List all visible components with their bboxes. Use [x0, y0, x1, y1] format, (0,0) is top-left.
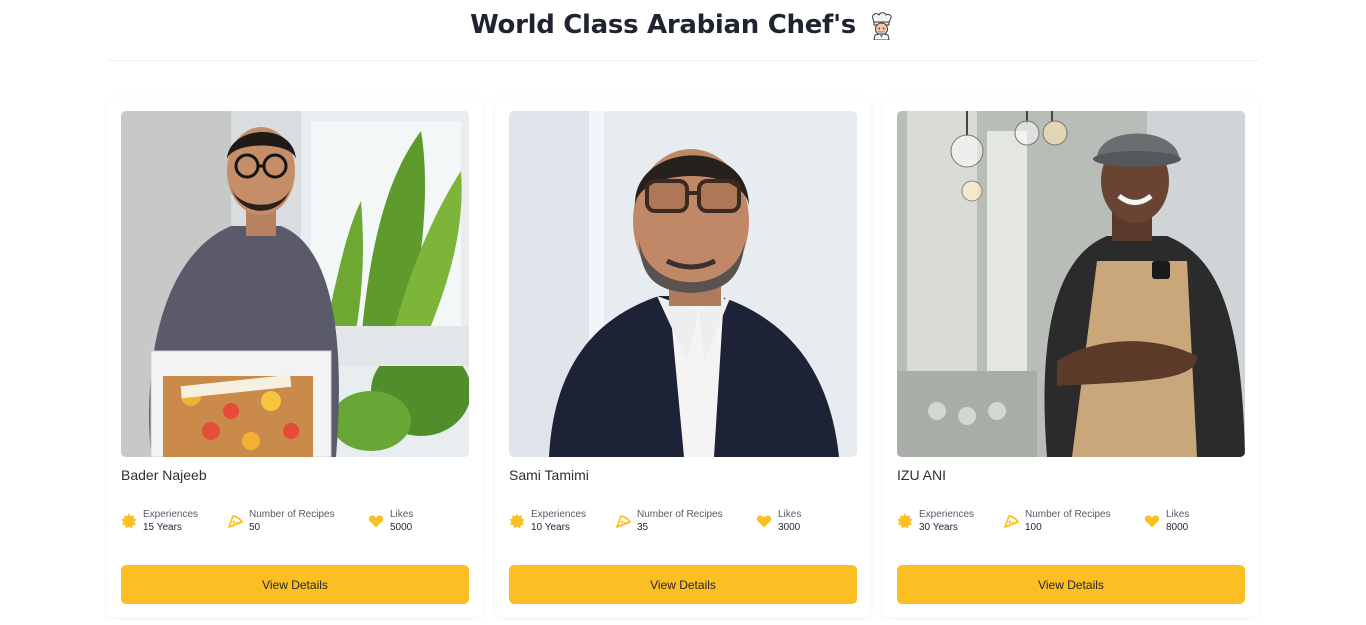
- pizza-slice-icon: [227, 513, 243, 529]
- chef-card-list: Bader Najeeb Experiences 15 Years Number…: [107, 97, 1259, 617]
- chef-name: IZU ANI: [897, 467, 947, 483]
- recipes-value: 100: [1025, 522, 1042, 533]
- chef-card: Bader Najeeb Experiences 15 Years Number…: [107, 97, 483, 617]
- stat-likes: Likes 8000: [1144, 508, 1189, 534]
- likes-value: 3000: [778, 522, 801, 533]
- view-details-button[interactable]: View Details: [897, 565, 1245, 604]
- likes-label: Likes: [390, 509, 414, 520]
- chef-name: Sami Tamimi: [509, 467, 589, 483]
- chef-photo: [897, 111, 1245, 457]
- heart-icon: [756, 513, 772, 529]
- chef-emoji-icon: [866, 10, 896, 41]
- experience-value: 15 Years: [143, 522, 182, 533]
- recipes-label: Number of Recipes: [249, 509, 335, 520]
- pizza-slice-icon: [1003, 513, 1019, 529]
- chef-photo: [509, 111, 857, 457]
- pizza-slice-icon: [615, 513, 631, 529]
- experience-value: 30 Years: [919, 522, 958, 533]
- chef-stats: Experiences 10 Years Number of Recipes 3…: [509, 508, 857, 538]
- heart-icon: [1144, 513, 1160, 529]
- view-details-button[interactable]: View Details: [509, 565, 857, 604]
- likes-label: Likes: [778, 509, 802, 520]
- page-title-text: World Class Arabian Chef's: [470, 10, 856, 40]
- page-header: World Class Arabian Chef's: [107, 0, 1259, 61]
- stat-recipes: Number of Recipes 100: [1003, 508, 1111, 534]
- likes-value: 5000: [390, 522, 413, 533]
- stat-likes: Likes 5000: [368, 508, 413, 534]
- sun-badge-icon: [509, 513, 525, 529]
- stat-recipes: Number of Recipes 50: [227, 508, 335, 534]
- experience-label: Experiences: [531, 509, 587, 520]
- stat-experience: Experiences 15 Years: [121, 508, 198, 534]
- chef-stats: Experiences 15 Years Number of Recipes 5…: [121, 508, 469, 538]
- stat-recipes: Number of Recipes 35: [615, 508, 723, 534]
- chef-photo: [121, 111, 469, 457]
- chef-card: Sami Tamimi Experiences 10 Years Number …: [495, 97, 871, 617]
- recipes-label: Number of Recipes: [1025, 509, 1111, 520]
- experience-label: Experiences: [919, 509, 975, 520]
- chef-name: Bader Najeeb: [121, 467, 207, 483]
- likes-value: 8000: [1166, 522, 1189, 533]
- recipes-value: 35: [637, 522, 649, 533]
- heart-icon: [368, 513, 384, 529]
- likes-label: Likes: [1166, 509, 1190, 520]
- sun-badge-icon: [121, 513, 137, 529]
- chef-card: IZU ANI Experiences 30 Years Number of R…: [883, 97, 1259, 617]
- stat-experience: Experiences 30 Years: [897, 508, 974, 534]
- recipes-label: Number of Recipes: [637, 509, 723, 520]
- experience-value: 10 Years: [531, 522, 570, 533]
- stat-experience: Experiences 10 Years: [509, 508, 586, 534]
- page-title: World Class Arabian Chef's: [470, 10, 896, 41]
- experience-label: Experiences: [143, 509, 199, 520]
- chef-stats: Experiences 30 Years Number of Recipes 1…: [897, 508, 1245, 538]
- sun-badge-icon: [897, 513, 913, 529]
- view-details-button[interactable]: View Details: [121, 565, 469, 604]
- stat-likes: Likes 3000: [756, 508, 801, 534]
- recipes-value: 50: [249, 522, 261, 533]
